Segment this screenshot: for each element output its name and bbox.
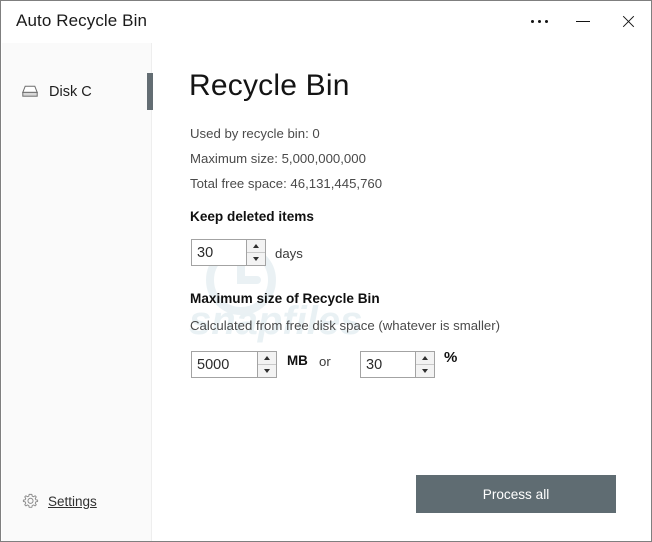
max-size-percent-decrement-button[interactable]	[416, 365, 434, 377]
more-horizontal-icon	[531, 20, 548, 23]
stat-total-free-space: Total free space: 46,131,445,760	[190, 176, 382, 191]
stat-used-by-recycle-bin: Used by recycle bin: 0	[190, 126, 320, 141]
minimize-icon	[576, 21, 590, 22]
max-size-mb-increment-button[interactable]	[258, 352, 276, 365]
sidebar-item-disk-c[interactable]: Disk C	[2, 73, 152, 111]
keep-days-unit-label: days	[275, 246, 303, 261]
more-options-button[interactable]	[517, 1, 561, 41]
max-size-percent-increment-button[interactable]	[416, 352, 434, 365]
process-all-button[interactable]: Process all	[416, 475, 616, 513]
keep-deleted-items-heading: Keep deleted items	[190, 209, 314, 224]
max-size-percent-stepper[interactable]	[360, 351, 435, 378]
max-size-mb-decrement-button[interactable]	[258, 365, 276, 377]
sidebar-item-label: Disk C	[49, 84, 92, 100]
settings-link[interactable]: Settings	[22, 493, 97, 510]
app-window: Auto Recycle Bin Disk C	[0, 0, 652, 542]
maximum-size-heading: Maximum size of Recycle Bin	[190, 291, 380, 306]
max-size-conjunction-label: or	[319, 354, 331, 369]
minimize-button[interactable]	[561, 1, 605, 41]
page-title: Recycle Bin	[189, 69, 350, 103]
window-title: Auto Recycle Bin	[16, 11, 147, 31]
max-size-mb-spin-buttons	[257, 352, 276, 377]
keep-days-stepper[interactable]	[191, 239, 266, 266]
stat-maximum-size: Maximum size: 5,000,000,000	[190, 151, 366, 166]
main-content: snapfiles Recycle Bin Used by recycle bi…	[153, 43, 650, 540]
settings-label: Settings	[48, 494, 97, 509]
keep-days-input[interactable]	[192, 240, 246, 265]
max-size-mb-unit-label: MB	[287, 353, 308, 368]
max-size-percent-spin-buttons	[415, 352, 434, 377]
title-bar: Auto Recycle Bin	[1, 1, 651, 43]
max-size-percent-unit-label: %	[444, 349, 457, 366]
sidebar: Disk C Settings	[2, 43, 152, 542]
maximum-size-subtext: Calculated from free disk space (whateve…	[190, 318, 500, 333]
drive-icon	[21, 84, 39, 100]
close-icon	[621, 14, 636, 29]
keep-days-increment-button[interactable]	[247, 240, 265, 253]
max-size-mb-input[interactable]	[192, 352, 257, 377]
keep-days-spin-buttons	[246, 240, 265, 265]
gear-icon	[22, 493, 39, 510]
max-size-percent-input[interactable]	[361, 352, 415, 377]
max-size-mb-stepper[interactable]	[191, 351, 277, 378]
close-button[interactable]	[606, 1, 650, 41]
keep-days-decrement-button[interactable]	[247, 253, 265, 265]
